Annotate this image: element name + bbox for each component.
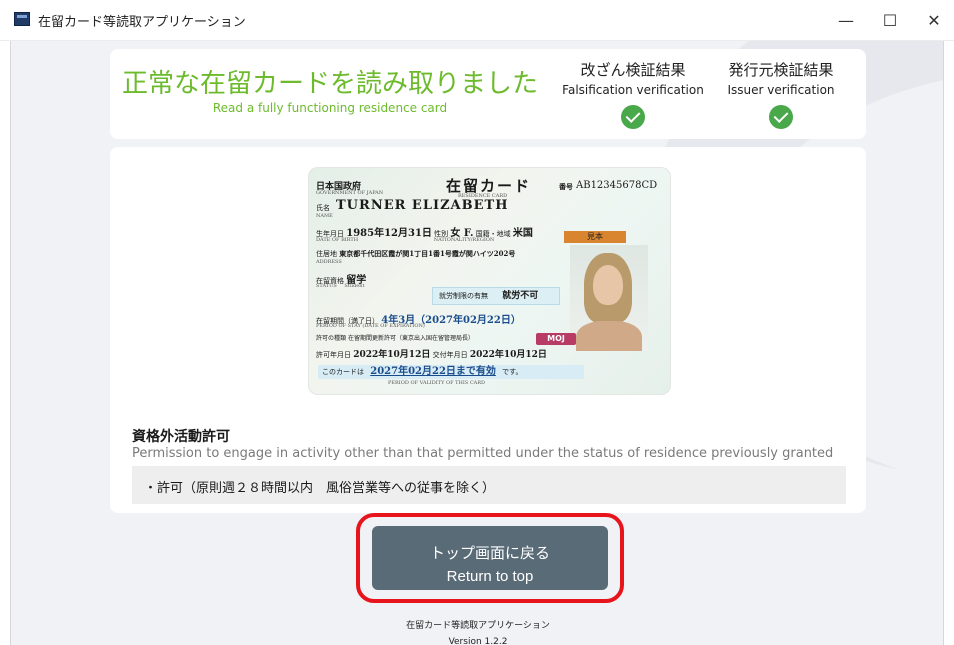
card-permit-type-row: 許可の種類 在留期間更新許可（東京出入国在留管理局長）	[316, 333, 474, 342]
footer-version: Version 1.2.2	[448, 637, 508, 645]
portrait-face	[593, 265, 623, 305]
card-government-en: GOVERNMENT OF JAPAN	[316, 190, 384, 196]
card-validity: このカードは 2027年02月22日まで有効 です。	[318, 365, 584, 379]
card-work-label: 就労制限の有無	[439, 292, 488, 300]
card-address-row: 住居地 東京都千代田区霞が関1丁目1番1号霞が関ハイツ202号	[316, 249, 515, 259]
card-work: 就労不可	[502, 291, 539, 301]
window-title: 在留カード等読取アプリケーション	[38, 15, 246, 30]
falsification-check-label: 改ざん検証結果	[580, 61, 686, 79]
portrait-photo	[570, 245, 648, 351]
title-bar: 在留カード等読取アプリケーション — ☐ ✕	[0, 0, 954, 41]
check-circle-icon	[769, 105, 793, 129]
card-stay-label-en: PERIOD OF STAY (DATE OF EXPIRATION)	[316, 323, 425, 329]
permission-title-en: Permission to engage in activity other t…	[132, 446, 834, 461]
card-address-label: 住居地	[316, 250, 337, 258]
card-address: 東京都千代田区霞が関1丁目1番1号霞が関ハイツ202号	[339, 249, 516, 258]
card-permit-type: 在留期間更新許可（東京出入国在留管理局長）	[347, 335, 474, 342]
permission-detail: ・許可（原則週２８時間以内 風俗営業等への従事を除く）	[144, 481, 496, 496]
card-name: TURNER ELIZABETH	[336, 198, 509, 213]
card-number: AB12345678CD	[576, 180, 658, 191]
card-number-label: 番号	[559, 182, 573, 191]
return-button-label-jp: トップ画面に戻る	[429, 544, 550, 562]
card-issue-date: 2022年10月12日	[469, 350, 547, 360]
card-valid-prefix: このカードは	[322, 368, 364, 376]
falsification-check: 改ざん検証結果 Falsification verification	[558, 59, 708, 129]
close-button[interactable]: ✕	[914, 6, 954, 34]
card-name-label: 氏名	[316, 204, 330, 212]
issuer-check-label-en: Issuer verification	[727, 83, 835, 97]
card-address-label-en: ADDRESS	[316, 259, 342, 265]
card-valid-en: PERIOD OF VALIDITY OF THIS CARD	[388, 380, 486, 386]
card-name-label-en: NAME	[316, 213, 333, 219]
footer-app-name: 在留カード等読取アプリケーション	[406, 621, 550, 631]
residence-card-image: 日本国政府 GOVERNMENT OF JAPAN 在留カード RESIDENC…	[308, 167, 671, 395]
issuer-check: 発行元検証結果 Issuer verification	[706, 59, 856, 129]
card-work-restriction: 就労制限の有無 就労不可	[432, 287, 560, 305]
permission-detail-box: ・許可（原則週２８時間以内 風俗営業等への従事を除く）	[132, 466, 846, 504]
card-permit-type-label: 許可の種類	[316, 335, 347, 342]
falsification-check-label-en: Falsification verification	[562, 83, 704, 97]
details-panel: 日本国政府 GOVERNMENT OF JAPAN 在留カード RESIDENC…	[110, 147, 866, 513]
result-subtitle: Read a fully functioning residence card	[212, 101, 448, 115]
card-dates-row: 許可年月日 2022年10月12日 交付年月日 2022年10月12日	[316, 347, 547, 360]
app-icon	[14, 12, 30, 26]
return-button-label-en: Return to top	[446, 567, 534, 585]
main-content: 正常な在留カードを読み取りました Read a fully functionin…	[10, 41, 944, 645]
moj-logo: MOJ	[536, 333, 576, 345]
app-window: 在留カード等読取アプリケーション — ☐ ✕ 正常な在留カードを読み取りました …	[0, 0, 954, 645]
maximize-button[interactable]: ☐	[870, 6, 910, 34]
card-status-label-en: STATUS Student	[316, 283, 365, 289]
result-title: 正常な在留カードを読み取りました	[121, 69, 538, 99]
permission-title: 資格外活動許可	[132, 429, 230, 445]
card-issue-date-label: 交付年月日	[432, 351, 468, 359]
check-circle-icon	[621, 105, 645, 129]
issuer-check-label: 発行元検証結果	[728, 61, 834, 79]
minimize-button[interactable]: —	[826, 6, 866, 34]
card-valid-suffix: です。	[502, 368, 523, 376]
card-permit-date: 2022年10月12日	[353, 350, 431, 360]
sample-stamp: 見本	[564, 231, 626, 243]
card-birth-label-en: DATE OF BIRTH NATIONALITY/REGION	[316, 237, 495, 243]
card-valid-date: 2027年02月22日まで有効	[370, 366, 496, 377]
result-panel: 正常な在留カードを読み取りました Read a fully functionin…	[110, 49, 866, 139]
card-nationality: 米国	[512, 228, 533, 239]
card-permit-date-label: 許可年月日	[316, 351, 351, 359]
portrait-shoulders	[576, 321, 642, 351]
return-to-top-button[interactable]: トップ画面に戻る Return to top	[372, 526, 608, 590]
